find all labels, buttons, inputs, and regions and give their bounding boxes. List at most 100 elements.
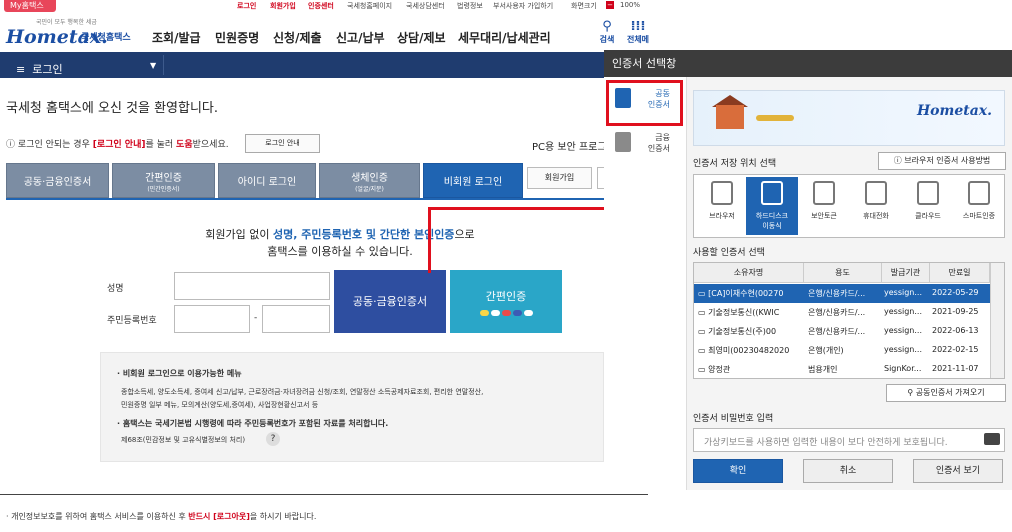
token-icon bbox=[813, 181, 835, 205]
location-security-token[interactable]: 보안토큰 bbox=[798, 177, 850, 235]
zoom-out-icon[interactable]: − bbox=[606, 1, 614, 9]
table-row[interactable]: ▭ [CA]이재수현(00270 은행/신용카드/... yessign... … bbox=[694, 284, 990, 303]
location-smart-auth[interactable]: 스마트인증 bbox=[953, 177, 1005, 235]
name-input[interactable] bbox=[174, 272, 330, 300]
easy-auth-button[interactable]: 간편인증 bbox=[450, 270, 562, 333]
info-title-1: · 비회원 로그인으로 이용가능한 메뉴 bbox=[117, 369, 242, 378]
grid-icon: ⁞⁞⁞ bbox=[630, 19, 646, 34]
tab-id-login[interactable]: 아이디 로그인 bbox=[218, 163, 316, 198]
help-icon[interactable]: ? bbox=[266, 432, 280, 446]
header-search[interactable]: ⚲ 검색 bbox=[596, 19, 618, 45]
util-nts-home-link[interactable]: 국세청홈페이지 bbox=[347, 1, 392, 11]
util-cert-center-link[interactable]: 인증센터 bbox=[308, 1, 334, 11]
logo-tagline: 국민이 모두 행복한 세금 bbox=[36, 19, 97, 26]
side-financial-cert[interactable]: 금융 인증서 bbox=[612, 128, 676, 166]
header-all-menu[interactable]: ⁞⁞⁞ 전체메 bbox=[626, 19, 650, 45]
cancel-button[interactable]: 취소 bbox=[803, 459, 893, 483]
tab-label: 간편인증 bbox=[145, 172, 182, 184]
smart-auth-icon bbox=[968, 181, 990, 205]
import-cert-button[interactable]: ⚲ 공동인증서 가져오기 bbox=[886, 384, 1006, 402]
tab-biometric[interactable]: 생체인증 (얼굴/지문) bbox=[319, 163, 420, 198]
notice-text-3: 받으세요. bbox=[192, 140, 229, 150]
owner-text: 기술정보통신((KWIC bbox=[708, 308, 780, 317]
col-usage[interactable]: 용도 bbox=[804, 263, 882, 283]
table-scrollbar[interactable] bbox=[990, 263, 1004, 378]
table-row[interactable]: ▭ 기술정보통신((KWIC 은행/신용카드/... yessign... 20… bbox=[694, 303, 990, 322]
col-owner[interactable]: 소유자명 bbox=[694, 263, 804, 283]
tab-label: 아이디 로그인 bbox=[237, 177, 297, 188]
util-join-link[interactable]: 회원가입 bbox=[270, 1, 296, 11]
key-icon bbox=[756, 115, 794, 121]
usb-icon bbox=[761, 181, 783, 205]
cell-usage: 은행/신용카드/... bbox=[808, 308, 866, 317]
location-label-text: 스마트인증 bbox=[962, 212, 996, 220]
tab-joint-financial-cert[interactable]: 공동·금융인증서 bbox=[6, 163, 109, 198]
util-dept-join-link[interactable]: 부서사용자 가입하기 bbox=[493, 1, 553, 11]
location-label-text: 보안토큰 bbox=[811, 212, 837, 220]
cert-list-label: 사용할 인증서 선택 bbox=[693, 248, 765, 258]
view-cert-button[interactable]: 인증서 보기 bbox=[913, 459, 1003, 483]
keyboard-icon[interactable] bbox=[984, 433, 1000, 445]
cell-issuer: yessign... bbox=[884, 345, 922, 354]
cell-expiry: 2022-02-15 bbox=[932, 345, 979, 354]
tab-easy-auth[interactable]: 간편인증 (민간인증서) bbox=[112, 163, 215, 198]
cell-issuer: SignKor... bbox=[884, 364, 922, 373]
menu-civil-cert[interactable]: 민원증명 bbox=[215, 29, 259, 46]
name-label: 성명 bbox=[107, 284, 124, 294]
cert-password-input[interactable]: 가상키보드를 사용하면 입력한 내용이 보다 안전하게 보호됩니다. bbox=[693, 428, 1005, 452]
table-row[interactable]: ▭ 기술정보통신(주)00 은행/신용카드/... yessign... 202… bbox=[694, 322, 990, 341]
cell-usage: 은행/신용카드/... bbox=[808, 327, 866, 336]
browser-cert-help-button[interactable]: ⓘ 브라우저 인증서 사용방법 bbox=[878, 152, 1006, 170]
menu-apply-submit[interactable]: 신청/제출 bbox=[273, 29, 322, 46]
location-label-text: 클라우드 bbox=[915, 212, 941, 220]
cell-issuer: yessign... bbox=[884, 307, 922, 316]
non-member-intro: 회원가입 없이 성명, 주민등록번호 및 간단한 본인인증으로 홈택스를 이용하… bbox=[150, 226, 530, 260]
login-guide-button[interactable]: 로그인 안내 bbox=[245, 134, 320, 153]
tab-underline bbox=[6, 198, 604, 200]
intro-text-1: 회원가입 없이 bbox=[205, 228, 274, 241]
menu-report-pay[interactable]: 신고/납부 bbox=[336, 29, 385, 46]
location-label-text: 휴대전화 bbox=[863, 212, 889, 220]
notice-link[interactable]: [로그인 안내] bbox=[93, 140, 146, 150]
col-expiry[interactable]: 만료일 bbox=[930, 263, 990, 283]
notice-text-2: 를 눌러 bbox=[145, 140, 177, 150]
join-button[interactable]: 회원가입 bbox=[527, 167, 592, 189]
ok-button[interactable]: 확인 bbox=[693, 459, 783, 483]
menu-inquiry-issue[interactable]: 조회/발급 bbox=[152, 29, 201, 46]
hometax-logo[interactable]: 국민이 모두 행복한 세금 Hometax. 국세청홈택스 bbox=[6, 16, 132, 48]
notice-help: 도움 bbox=[176, 140, 193, 150]
util-law-link[interactable]: 법령정보 bbox=[457, 1, 483, 11]
location-browser[interactable]: 브라우저 bbox=[696, 177, 748, 235]
util-login-link[interactable]: 로그인 bbox=[237, 1, 256, 11]
cell-issuer: yessign... bbox=[884, 288, 922, 297]
intro-text-3: 홈택스를 이용하실 수 있습니다. bbox=[267, 245, 413, 258]
menu-consult[interactable]: 상담/제보 bbox=[397, 29, 446, 46]
my-hometax-tab[interactable]: My홈택스 bbox=[4, 0, 56, 12]
rrn-back-input[interactable] bbox=[262, 305, 330, 333]
pc-security-text[interactable]: PC용 보안 프로그 bbox=[532, 138, 607, 153]
footnote-text-1: · 개인정보보호를 위하여 홈택스 서비스를 이용하신 후 bbox=[6, 512, 189, 521]
login-notice: ⓘ 로그인 안되는 경우 [로그인 안내]를 눌러 도움받으세요. bbox=[6, 137, 229, 150]
col-issuer[interactable]: 발급기관 bbox=[882, 263, 930, 283]
location-hard-disk[interactable]: 하드디스크 이동식 bbox=[746, 177, 798, 235]
location-mobile[interactable]: 휴대전화 bbox=[850, 177, 902, 235]
cell-usage: 은행(개인) bbox=[808, 346, 844, 355]
login-select[interactable]: ≡ 로그인 ▼ bbox=[4, 55, 164, 76]
annotation-line-vertical bbox=[428, 207, 431, 273]
joint-cert-button[interactable]: 공동·금융인증서 bbox=[334, 270, 446, 333]
footnote-text-2: 을 하시기 바랍니다. bbox=[249, 512, 317, 521]
menu-tax-agent[interactable]: 세무대리/납세관리 bbox=[458, 29, 551, 46]
rrn-dash: - bbox=[254, 313, 258, 323]
house-icon bbox=[716, 105, 744, 129]
cell-expiry: 2022-06-13 bbox=[932, 326, 979, 335]
tab-non-member-login[interactable]: 비회원 로그인 bbox=[423, 163, 523, 198]
util-counsel-link[interactable]: 국세상담센터 bbox=[406, 1, 445, 11]
annotation-highlight-box bbox=[606, 80, 683, 126]
location-cloud[interactable]: 클라우드 bbox=[902, 177, 954, 235]
rrn-front-input[interactable] bbox=[174, 305, 250, 333]
table-row[interactable]: ▭ 양정관 범용개인 SignKor... 2021-11-07 bbox=[694, 360, 990, 378]
util-screen-size-label: 화면크기 bbox=[571, 2, 597, 10]
top-utility-bar: My홈택스 로그인 회원가입 인증센터 국세청홈페이지 국세상담센터 법령정보 … bbox=[0, 0, 1012, 12]
tab-label: 비회원 로그인 bbox=[443, 177, 503, 188]
table-row[interactable]: ▭ 최영미(00230482020 은행(개인) yessign... 2022… bbox=[694, 341, 990, 360]
